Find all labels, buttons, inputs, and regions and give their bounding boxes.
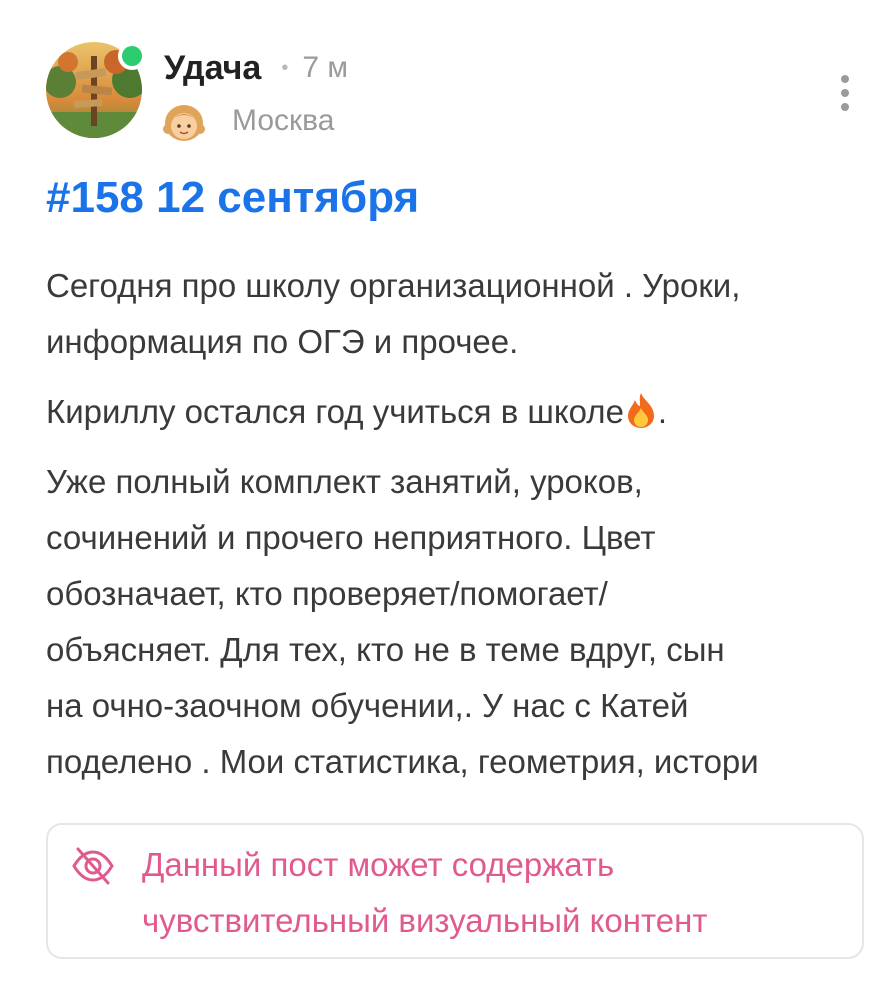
post-title[interactable]: #158 12 сентября bbox=[46, 168, 419, 228]
post-time: 7 м bbox=[302, 51, 348, 84]
paragraph-1-line-1: Сегодня про школу организационной . Урок… bbox=[46, 267, 741, 304]
paragraph-3-line-6: поделено . Мои статистика, геометрия, ис… bbox=[46, 743, 759, 780]
paragraph-2-text: Кириллу остался год учиться в школе bbox=[46, 393, 624, 430]
eye-off-icon bbox=[70, 843, 116, 889]
author-name[interactable]: Удача bbox=[164, 49, 261, 88]
post-body: Сегодня про школу организационной . Урок… bbox=[46, 258, 866, 804]
more-dots-icon bbox=[841, 75, 849, 83]
paragraph-3-line-5: на очно-заочном обучении,. У нас с Катей bbox=[46, 687, 689, 724]
paragraph-2: Кириллу остался год учиться в школе . bbox=[46, 384, 866, 440]
warning-line-2: чувствительный визуальный контент bbox=[142, 902, 708, 939]
paragraph-1: Сегодня про школу организационной . Урок… bbox=[46, 258, 866, 370]
online-status-dot bbox=[118, 42, 146, 70]
author-header: Удача • 7 м bbox=[164, 46, 348, 90]
paragraph-3-line-3: обозначает, кто проверяет/помогает/ bbox=[46, 575, 608, 612]
sensitive-content-warning[interactable]: Данный пост может содержать чувствительн… bbox=[46, 823, 864, 959]
more-options-button[interactable] bbox=[828, 70, 862, 116]
more-dots-icon-bottom bbox=[841, 103, 849, 111]
location-text: Москва bbox=[232, 104, 335, 137]
paragraph-2-suffix: . bbox=[657, 393, 668, 430]
separator-dot: • bbox=[281, 56, 289, 79]
warning-text: Данный пост может содержать чувствительн… bbox=[142, 837, 842, 949]
paragraph-3-line-4: объясняет. Для тех, кто не в теме вдруг,… bbox=[46, 631, 725, 668]
paragraph-3-line-2: сочинений и прочего неприятного. Цвет bbox=[46, 519, 656, 556]
fire-icon bbox=[624, 390, 658, 428]
more-dots-icon-middle bbox=[841, 89, 849, 97]
girl-emoji-icon bbox=[162, 99, 206, 143]
next-paragraph-fragment: Н bbox=[46, 984, 70, 1000]
paragraph-3-line-1: Уже полный комплект занятий, уроков, bbox=[46, 463, 643, 500]
paragraph-3: Уже полный комплект занятий, уроков, соч… bbox=[46, 454, 866, 790]
author-location: Москва bbox=[162, 98, 334, 144]
paragraph-1-line-2: информация по ОГЭ и прочее. bbox=[46, 323, 519, 360]
warning-line-1: Данный пост может содержать bbox=[142, 846, 615, 883]
